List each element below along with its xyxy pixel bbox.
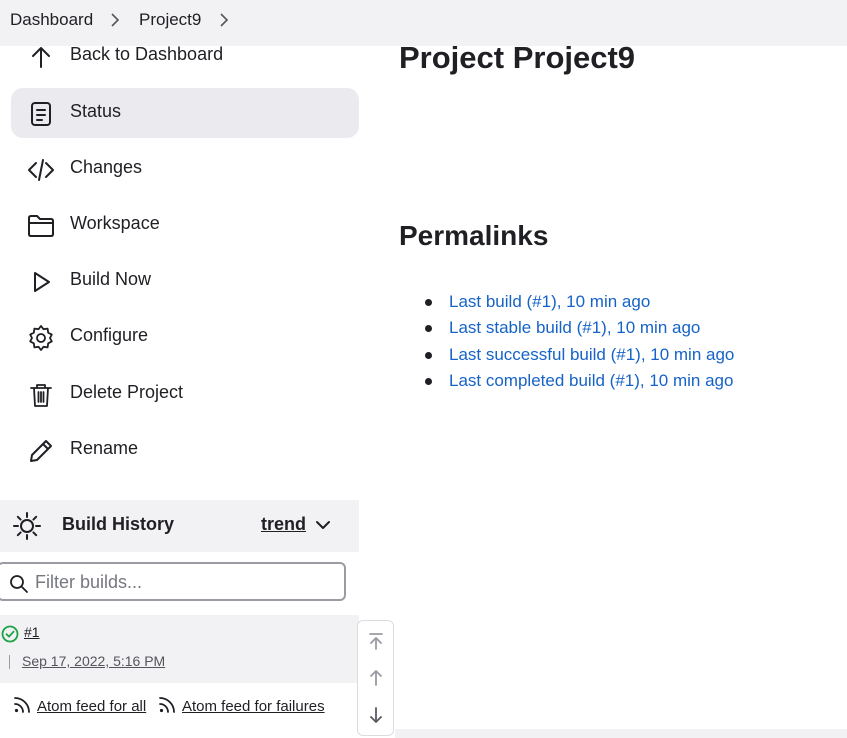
atom-feed-failures-link[interactable]: Atom feed for failures <box>182 698 325 715</box>
pencil-icon <box>30 440 52 462</box>
sidebar-item-label: Build Now <box>70 269 152 289</box>
trash-icon <box>30 384 52 407</box>
footer-bar <box>395 729 847 738</box>
permalink-last-stable-build[interactable]: Last stable build (#1), 10 min ago <box>449 318 700 338</box>
folder-icon <box>28 215 54 237</box>
chevron-right-icon[interactable] <box>219 11 229 29</box>
sidebar-item-label: Delete Project <box>70 382 184 402</box>
sidebar-item-workspace[interactable]: Workspace <box>11 200 359 250</box>
sidebar-item-label: Status <box>70 101 122 121</box>
permalinks-heading: Permalinks <box>399 220 549 251</box>
sidebar-item-rename[interactable]: Rename <box>11 425 359 475</box>
permalink-last-completed-build[interactable]: Last completed build (#1), 10 min ago <box>449 371 733 391</box>
build-divider <box>9 655 10 669</box>
atom-feed-all-link[interactable]: Atom feed for all <box>37 698 146 715</box>
rss-icon <box>14 697 30 713</box>
page-down-icon[interactable] <box>367 706 385 726</box>
sidebar-item-back-to-dashboard[interactable]: Back to Dashboard <box>11 31 359 81</box>
arrow-up-icon <box>32 47 50 68</box>
rss-icon <box>159 697 175 713</box>
document-icon <box>31 102 51 126</box>
success-check-icon <box>1 625 19 643</box>
chevron-down-icon[interactable] <box>315 519 331 531</box>
search-icon <box>10 575 28 593</box>
filter-builds-input[interactable] <box>35 570 335 594</box>
sidebar-item-label: Changes <box>70 157 143 177</box>
sidebar-item-configure[interactable]: Configure <box>11 312 359 362</box>
permalink-last-successful-build[interactable]: Last successful build (#1), 10 min ago <box>449 345 734 365</box>
page-title: Project Project9 <box>399 40 636 75</box>
permalink-last-build[interactable]: Last build (#1), 10 min ago <box>449 292 650 312</box>
build-row: #1 Sep 17, 2022, 5:16 PM <box>0 615 359 683</box>
chevron-right-icon[interactable] <box>110 11 120 29</box>
weather-sun-icon <box>13 512 41 540</box>
build-history-header: Build History trend <box>0 500 359 552</box>
sidebar-item-label: Back to Dashboard <box>70 44 224 64</box>
sidebar-item-label: Rename <box>70 438 139 458</box>
filter-builds-field[interactable] <box>0 562 346 601</box>
sidebar-item-label: Workspace <box>70 213 160 233</box>
sidebar-item-label: Configure <box>70 325 149 345</box>
breadcrumb-project[interactable]: Project9 <box>139 10 201 30</box>
page-first-icon[interactable] <box>367 631 385 651</box>
sidebar-item-delete-project[interactable]: Delete Project <box>11 369 359 419</box>
gear-icon <box>29 325 53 351</box>
build-date-link[interactable]: Sep 17, 2022, 5:16 PM <box>22 653 165 669</box>
play-icon <box>34 272 50 292</box>
build-history-title: Build History <box>62 514 175 534</box>
code-icon <box>28 159 54 181</box>
build-number-link[interactable]: #1 <box>24 624 40 640</box>
build-history-pager <box>357 620 394 736</box>
breadcrumb-dashboard[interactable]: Dashboard <box>10 10 93 30</box>
sidebar-item-build-now[interactable]: Build Now <box>11 256 359 306</box>
page-up-icon[interactable] <box>367 667 385 687</box>
trend-link[interactable]: trend <box>261 514 306 535</box>
atom-feeds: Atom feed for all Atom feed for failures <box>0 683 359 730</box>
sidebar-item-status[interactable]: Status <box>11 88 359 138</box>
sidebar-item-changes[interactable]: Changes <box>11 144 359 194</box>
